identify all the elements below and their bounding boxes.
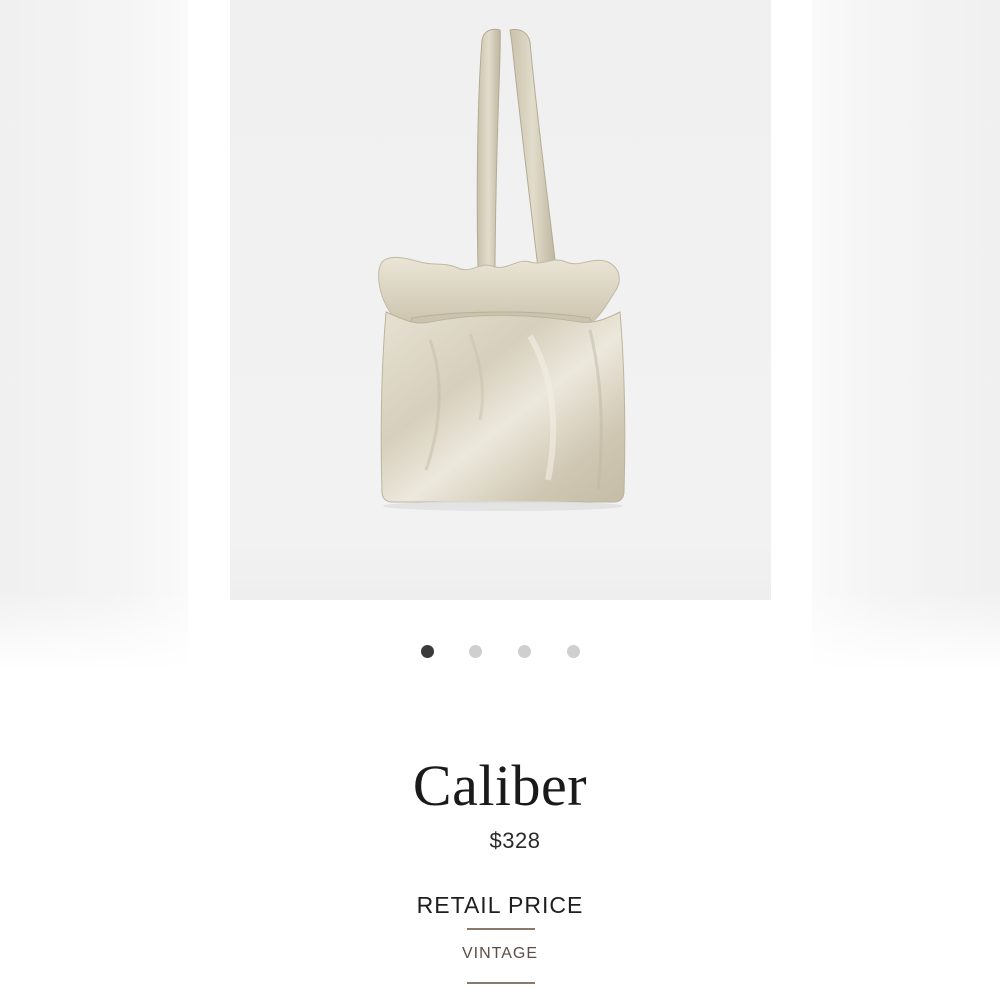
- vintage-category-link[interactable]: VINTAGE: [0, 945, 1000, 963]
- divider-line: [467, 982, 535, 984]
- tote-bag-illustration: [378, 28, 626, 511]
- product-price: $328: [489, 828, 541, 853]
- product-page: Caliber $328 RETAIL PRICE VINTAGE: [0, 0, 1000, 1000]
- divider-line: [467, 928, 535, 930]
- price-type-label: RETAIL PRICE: [416, 892, 584, 918]
- carousel-dot-2[interactable]: [469, 645, 482, 658]
- previous-slide-peek[interactable]: [0, 0, 188, 670]
- product-title: Caliber: [412, 753, 588, 818]
- next-slide-peek[interactable]: [812, 0, 1000, 670]
- carousel-dot-4[interactable]: [567, 645, 580, 658]
- product-image[interactable]: [230, 0, 771, 600]
- carousel-pagination: [0, 645, 1000, 659]
- carousel-dot-3[interactable]: [518, 645, 531, 658]
- carousel-dot-1[interactable]: [421, 645, 434, 658]
